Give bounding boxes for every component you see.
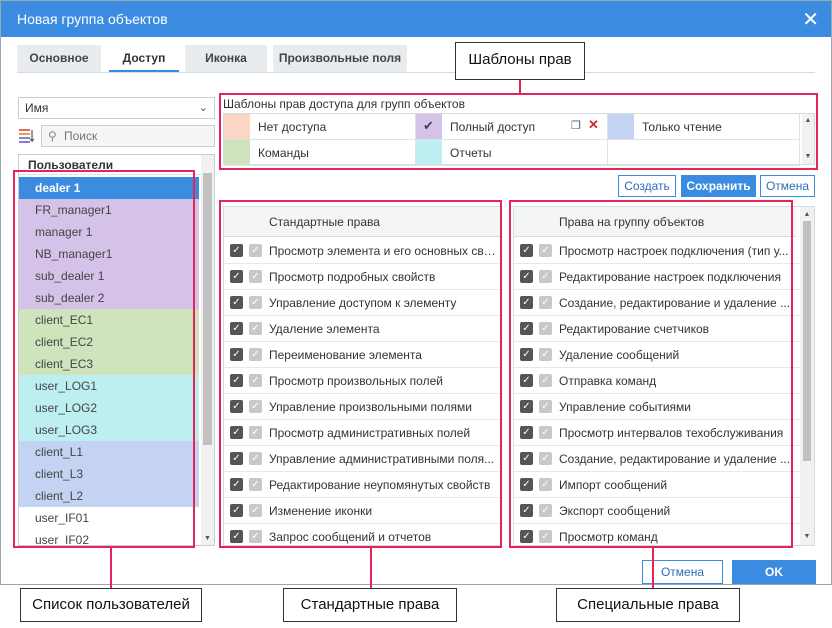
create-template-button[interactable]: Создать: [618, 175, 676, 197]
tab-bar: Основное Доступ Иконка Произвольные поля: [17, 45, 815, 73]
search-input[interactable]: [64, 128, 209, 144]
scroll-down-icon[interactable]: ▼: [201, 534, 214, 544]
highlight-standard-rights: [219, 200, 502, 548]
callout-templates: Шаблоны прав: [455, 42, 585, 80]
scroll-up-icon[interactable]: ▲: [800, 210, 814, 220]
dialog-title: Новая группа объектов: [17, 11, 168, 27]
user-list-scroll-thumb[interactable]: [203, 173, 212, 445]
callout-special: Специальные права: [556, 588, 740, 622]
dialog-ok-button[interactable]: OK: [732, 560, 816, 584]
tab-access[interactable]: Доступ: [109, 45, 179, 72]
tab-custom-fields[interactable]: Произвольные поля: [273, 45, 407, 72]
tab-icon[interactable]: Иконка: [185, 45, 267, 72]
callout-standard-connector: [370, 548, 372, 588]
dialog-titlebar: Новая группа объектов ✕: [1, 1, 831, 37]
tab-basic[interactable]: Основное: [17, 45, 101, 72]
sort-select-value: Имя: [25, 101, 49, 115]
cancel-template-button[interactable]: Отмена: [760, 175, 815, 197]
close-icon[interactable]: ✕: [802, 7, 819, 32]
save-template-button[interactable]: Сохранить: [681, 175, 756, 197]
scroll-down-icon[interactable]: ▼: [800, 532, 814, 542]
callout-templates-text: Шаблоны прав: [468, 51, 572, 68]
user-search[interactable]: ⚲: [41, 125, 215, 147]
callout-templates-connector: [519, 80, 521, 94]
chevron-down-icon: ⌄: [198, 102, 208, 114]
highlight-special-rights: [509, 200, 793, 548]
callout-standard: Стандартные права: [283, 588, 457, 622]
highlight-templates: [219, 93, 818, 170]
group-rights-scroll-thumb[interactable]: [803, 221, 811, 461]
dialog-cancel-button[interactable]: Отмена: [642, 560, 723, 584]
callout-users: Список пользователей: [20, 588, 202, 622]
sort-order-icon[interactable]: [19, 128, 35, 144]
callout-users-connector: [110, 548, 112, 588]
search-icon: ⚲: [48, 129, 57, 143]
callout-special-connector: [652, 548, 654, 588]
group-rights-scrollbar[interactable]: ▲ ▼: [800, 207, 814, 545]
highlight-user-list: [13, 170, 195, 548]
user-list-scrollbar[interactable]: ▼: [201, 155, 214, 545]
sort-select[interactable]: Имя ⌄: [18, 97, 215, 119]
